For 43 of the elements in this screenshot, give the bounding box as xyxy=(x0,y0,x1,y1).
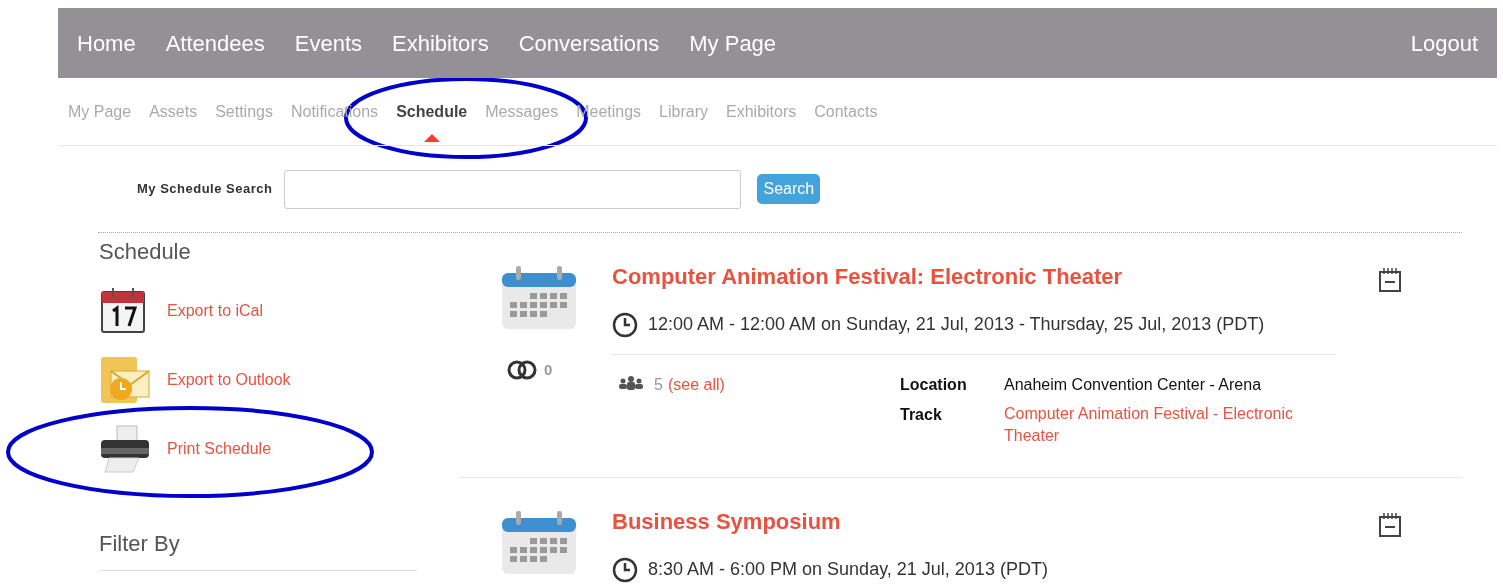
see-all-link[interactable]: (see all) xyxy=(667,373,725,397)
detail-value: Anaheim Convention Center - Arena xyxy=(1004,375,1263,395)
sidebar-action-link[interactable]: Export to iCal xyxy=(167,298,264,323)
track-link[interactable]: Computer Animation Festival - Electronic Theater xyxy=(1004,403,1334,447)
conversation-count: 0 xyxy=(544,360,553,380)
clock-icon xyxy=(612,556,638,583)
search-label: My Schedule Search xyxy=(137,180,273,199)
event-title[interactable]: Computer Animation Festival: Electronic Theater xyxy=(612,263,1335,291)
sub-nav-tab[interactable]: Contacts xyxy=(814,79,878,144)
printer-icon xyxy=(99,423,151,474)
logout-link[interactable]: Logout xyxy=(1410,26,1478,60)
filter-title: Filter By xyxy=(99,530,180,558)
envelope-clock-icon xyxy=(99,354,151,405)
nav-link[interactable]: Exhibitors xyxy=(392,26,489,60)
nav-link[interactable]: Events xyxy=(294,26,363,60)
event-title[interactable]: Business Symposium xyxy=(612,508,1335,536)
people-icon xyxy=(618,376,644,390)
active-tab-indicator xyxy=(423,133,440,142)
nav-link[interactable]: Conversations xyxy=(518,26,660,60)
calendar-remove-icon xyxy=(1378,512,1402,538)
sub-nav-tab[interactable]: Assets xyxy=(149,79,198,144)
nav-link[interactable]: Attendees xyxy=(165,26,265,60)
sub-nav-tab[interactable]: My Page xyxy=(68,79,132,144)
detail-label: Track xyxy=(900,405,943,425)
sub-nav-tab[interactable]: Library xyxy=(659,79,708,144)
search-button[interactable]: Search xyxy=(757,174,821,204)
attendee-count: 5 xyxy=(654,375,663,395)
sub-nav-tab[interactable]: Messages xyxy=(485,79,559,144)
sub-nav-tab[interactable]: Exhibitors xyxy=(726,79,797,144)
sidebar-title: Schedule xyxy=(99,238,192,266)
detail-label: Location xyxy=(900,375,968,395)
calendar-remove-icon xyxy=(1378,267,1402,293)
search-field[interactable] xyxy=(284,169,742,209)
nav-link[interactable]: Home xyxy=(77,26,136,60)
clock-icon xyxy=(612,311,638,338)
nav-link[interactable]: My Page xyxy=(689,26,777,60)
sub-nav-tab[interactable]: Schedule xyxy=(396,79,468,144)
event-time: 8:30 AM - 6:00 PM on Sunday, 21 Jul, 2013 (PDT) xyxy=(648,558,1048,581)
linked-rings-icon xyxy=(506,360,538,381)
sidebar-action-link[interactable]: Export to Outlook xyxy=(167,367,291,392)
sub-nav-tab[interactable]: Settings xyxy=(215,79,273,144)
sidebar-action-link[interactable]: Print Schedule xyxy=(167,436,272,461)
event-time: 12:00 AM - 12:00 AM on Sunday, 21 Jul, 2013 - Thursday, 25 Jul, 2013 (PDT) xyxy=(648,313,1265,336)
